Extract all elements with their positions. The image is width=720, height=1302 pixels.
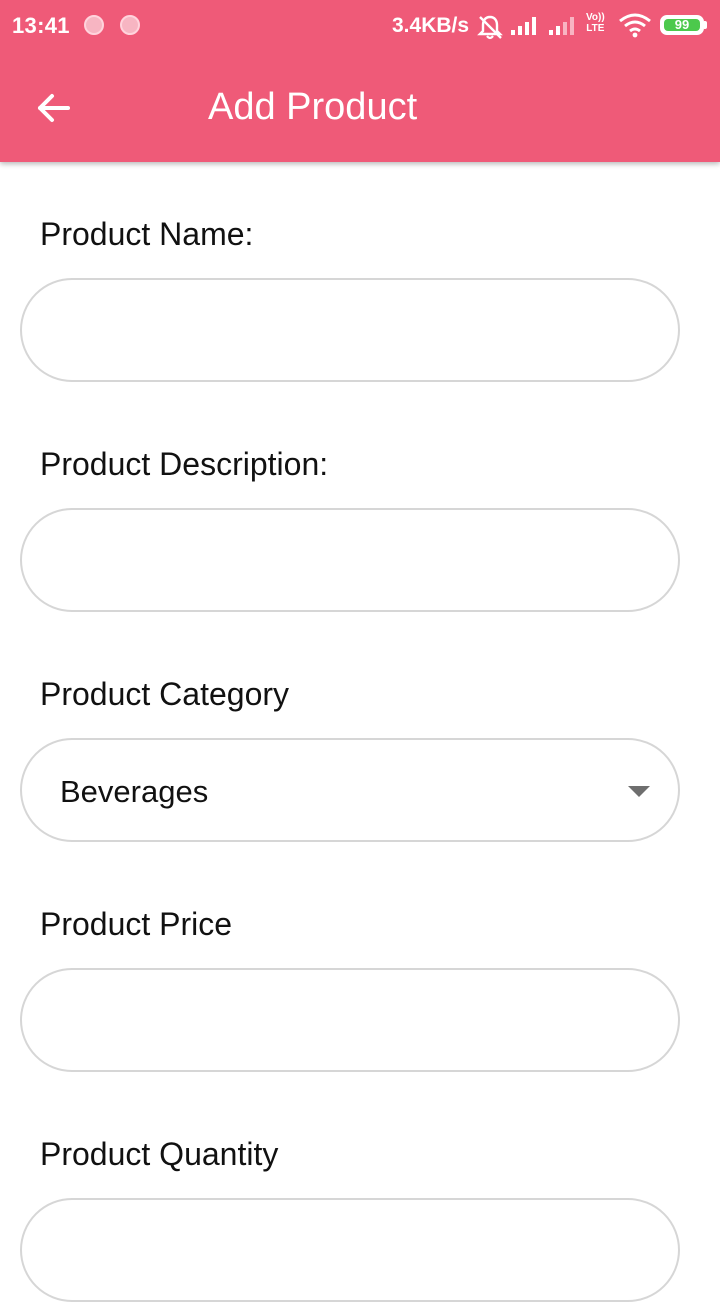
- app-bar: 13:41 3.4KB/s Vo)) LTE 99 Add Product: [0, 0, 720, 162]
- product-category-selected: Beverages: [60, 774, 209, 809]
- battery-level: 99: [664, 18, 700, 31]
- product-price-input[interactable]: [60, 970, 640, 1070]
- signal-icon: [548, 14, 578, 41]
- network-speed: 3.4KB/s: [392, 14, 470, 37]
- battery-icon: 99: [660, 15, 704, 35]
- product-category-dropdown[interactable]: Beverages: [20, 738, 680, 842]
- status-time: 13:41: [12, 13, 70, 38]
- product-quantity-field[interactable]: [20, 1198, 680, 1302]
- battery-tip: [704, 21, 707, 29]
- product-price-field[interactable]: [20, 968, 680, 1072]
- product-name-input[interactable]: [60, 280, 640, 380]
- product-quantity-input[interactable]: [60, 1200, 640, 1300]
- wifi-icon: [618, 12, 652, 43]
- product-price-label: Product Price: [40, 906, 233, 942]
- page-title: Add Product: [208, 86, 418, 128]
- volte-icon: Vo)) LTE: [586, 12, 605, 34]
- dropdown-arrow-icon: [628, 786, 650, 797]
- product-description-input[interactable]: [60, 510, 640, 610]
- product-name-label: Product Name:: [40, 216, 254, 252]
- product-category-label: Product Category: [40, 676, 290, 712]
- back-button[interactable]: [24, 80, 84, 136]
- product-quantity-label: Product Quantity: [40, 1136, 279, 1172]
- signal-icon: [510, 14, 540, 41]
- product-description-label: Product Description:: [40, 446, 329, 482]
- arrow-left-icon: [38, 94, 70, 122]
- alarm-off-icon: [476, 13, 504, 46]
- status-bar: 13:41 3.4KB/s Vo)) LTE 99: [0, 0, 720, 54]
- notification-icon: [120, 15, 140, 35]
- product-name-field[interactable]: [20, 278, 680, 382]
- notification-icon: [84, 15, 104, 35]
- product-description-field[interactable]: [20, 508, 680, 612]
